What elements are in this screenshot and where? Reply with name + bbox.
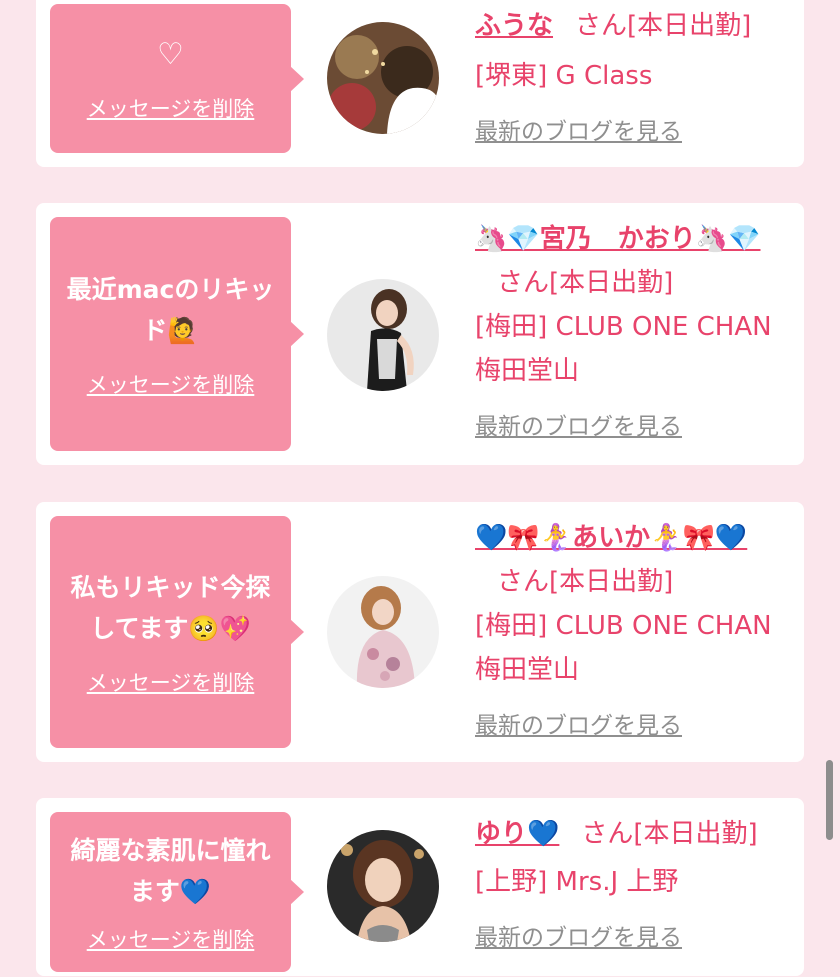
message-text: ♡ [157, 36, 184, 72]
message-bubble: 私もリキッド今探してます🥺💖 メッセージを削除 [50, 516, 304, 748]
cast-name-link[interactable]: 💙🎀🧜‍♀️あいか🧜‍♀️🎀💙 [475, 523, 747, 553]
profile-photo-icon [327, 576, 439, 688]
view-latest-blog-link[interactable]: 最新のブログを見る [475, 407, 795, 441]
profile-photo-icon [327, 830, 439, 942]
cast-name-link[interactable]: ふうな [475, 11, 553, 41]
message-bubble: 最近macのリキッド🙋 メッセージを削除 [50, 217, 304, 451]
message-bubble: 綺麗な素肌に憧れます💙 メッセージを削除 [50, 812, 304, 972]
shop-name: [上野] Mrs.J 上野 [475, 867, 679, 897]
shop-name: [梅田] CLUB ONE CHAN 梅田堂山 [475, 312, 772, 386]
shop-name: [堺東] G Class [475, 61, 653, 91]
delete-message-link[interactable]: メッセージを削除 [87, 924, 255, 954]
message-text: 私もリキッド今探してます🥺💖 [70, 573, 271, 643]
view-latest-blog-link[interactable]: 最新のブログを見る [475, 112, 795, 146]
message-text: 最近macのリキッド🙋 [66, 275, 275, 345]
message-text: 綺麗な素肌に憧れます💙 [70, 836, 271, 906]
message-card: 私もリキッド今探してます🥺💖 メッセージを削除 💙🎀🧜‍♀️あいか🧜‍♀️🎀💙 さ… [36, 502, 804, 762]
cast-info: ゆり💙 さん[本日出勤] [上野] Mrs.J 上野 最新のブログを見る [475, 812, 795, 952]
shop-name: [梅田] CLUB ONE CHAN 梅田堂山 [475, 611, 772, 685]
delete-message-link[interactable]: メッセージを削除 [87, 93, 255, 123]
message-card: 綺麗な素肌に憧れます💙 メッセージを削除 ゆり💙 さん[本日出勤] [上野] Mr… [36, 798, 804, 976]
avatar[interactable] [327, 576, 439, 688]
cast-name-link[interactable]: ゆり💙 [475, 819, 559, 849]
delete-message-link[interactable]: メッセージを削除 [87, 369, 255, 399]
scrollbar[interactable] [826, 760, 833, 840]
cast-name-link[interactable]: 🦄💎宮乃 かおり🦄💎 [475, 224, 761, 254]
attendance-status: さん[本日出勤] [497, 567, 674, 597]
profile-photo-icon [327, 279, 439, 391]
cast-info: 💙🎀🧜‍♀️あいか🧜‍♀️🎀💙 さん[本日出勤] [梅田] CLUB ONE CH… [475, 516, 795, 740]
attendance-status: さん[本日出勤] [575, 11, 752, 41]
message-bubble: ♡ メッセージを削除 [50, 4, 304, 153]
message-card: 最近macのリキッド🙋 メッセージを削除 🦄💎宮乃 かおり🦄💎 さん[本日出勤] … [36, 203, 804, 465]
attendance-status: さん[本日出勤] [497, 268, 674, 298]
cast-info: ふうな さん[本日出勤] [堺東] G Class 最新のブログを見る [475, 4, 795, 146]
view-latest-blog-link[interactable]: 最新のブログを見る [475, 918, 795, 952]
avatar[interactable] [327, 830, 439, 942]
cast-info: 🦄💎宮乃 かおり🦄💎 さん[本日出勤] [梅田] CLUB ONE CHAN 梅田… [475, 217, 795, 441]
view-latest-blog-link[interactable]: 最新のブログを見る [475, 706, 795, 740]
avatar[interactable] [327, 279, 439, 391]
delete-message-link[interactable]: メッセージを削除 [87, 667, 255, 697]
avatar[interactable] [327, 22, 439, 134]
message-card: ♡ メッセージを削除 ふうな さん[本日出勤] [堺東] G Class 最新のブ… [36, 0, 804, 167]
attendance-status: さん[本日出勤] [581, 819, 758, 849]
profile-photo-icon [327, 22, 439, 134]
